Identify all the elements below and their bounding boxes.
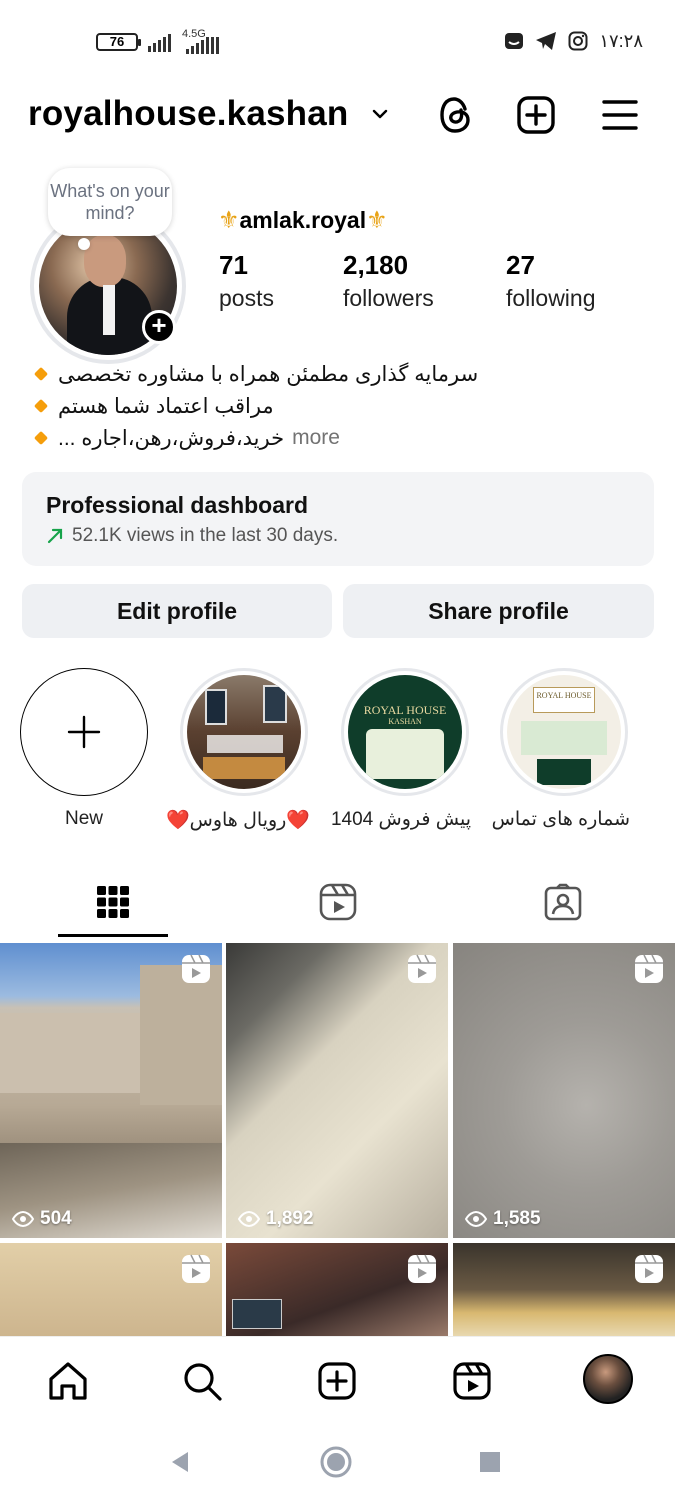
- view-count: 504: [12, 1208, 72, 1230]
- view-count: 1,892: [238, 1208, 314, 1230]
- grid-post-4[interactable]: [0, 1243, 222, 1336]
- highlight-cover: [187, 675, 301, 789]
- note-bubble-tail: [78, 238, 90, 250]
- share-profile-button[interactable]: Share profile: [343, 584, 654, 638]
- highlight-new[interactable]: New: [18, 668, 150, 830]
- reel-icon: [182, 1254, 210, 1283]
- plus-icon: [67, 715, 101, 749]
- highlight-ring: ROYAL HOUSE: [500, 668, 628, 796]
- edit-profile-button[interactable]: Edit profile: [22, 584, 332, 638]
- dashboard-title: Professional dashboard: [46, 492, 309, 518]
- reel-icon: [408, 1254, 436, 1283]
- highlight-ring: [180, 668, 308, 796]
- tab-reels[interactable]: [283, 872, 393, 932]
- chevron-down-icon[interactable]: [370, 104, 390, 124]
- home-icon: [49, 1362, 87, 1400]
- nav-search[interactable]: [176, 1355, 228, 1407]
- home-circle-icon[interactable]: [318, 1444, 354, 1480]
- bio: سرمایه گذاری مطمئن همراه با مشاوره تخصصی…: [33, 358, 636, 454]
- grid-post-6[interactable]: [453, 1243, 675, 1336]
- highlight-presale[interactable]: ROYAL HOUSE KASHAN پیش فروش 1404: [331, 668, 471, 831]
- highlight-ring: ROYAL HOUSE KASHAN: [341, 668, 469, 796]
- tagged-person-icon: [544, 883, 582, 921]
- grid-post-5[interactable]: [226, 1243, 448, 1336]
- tab-tagged[interactable]: [508, 872, 618, 932]
- threads-icon[interactable]: [434, 93, 478, 137]
- royal-house-logo-text: ROYAL HOUSE: [363, 703, 447, 717]
- back-icon[interactable]: [162, 1444, 198, 1480]
- diamond-bullet-icon: [33, 398, 49, 414]
- profile-avatar-small: [583, 1354, 633, 1404]
- nav-profile[interactable]: [582, 1353, 634, 1405]
- tab-posts-grid[interactable]: [58, 872, 168, 932]
- instagram-icon: [567, 30, 589, 52]
- reel-icon: [408, 954, 436, 983]
- telegram-icon: [535, 30, 557, 52]
- view-count: 1,585: [465, 1208, 541, 1230]
- posts-stat[interactable]: 71 posts: [219, 250, 274, 312]
- grid-post-2[interactable]: 1,892: [226, 943, 448, 1238]
- reel-icon: [635, 1254, 663, 1283]
- reels-icon: [453, 1362, 491, 1400]
- fleur-de-lis-icon: ⚜: [366, 207, 388, 234]
- create-post-icon[interactable]: [514, 93, 558, 137]
- fleur-de-lis-icon: ⚜: [218, 207, 240, 234]
- display-name: ⚜ amlak.royal ⚜: [218, 207, 388, 234]
- add-story-icon[interactable]: +: [142, 310, 176, 344]
- highlight-ring: [20, 668, 148, 796]
- highlight-royal-house[interactable]: ❤️رویال هاوس❤️: [166, 668, 310, 832]
- note-bubble[interactable]: What's on your mind?: [48, 168, 172, 236]
- nav-home[interactable]: [42, 1355, 94, 1407]
- profile-header: royalhouse.kashan: [0, 88, 675, 144]
- status-bar: 76 4.5G ۱۷:۲۸: [0, 0, 675, 80]
- royal-house-logo-text: ROYAL HOUSE: [536, 691, 592, 700]
- clock: ۱۷:۲۸: [599, 30, 643, 51]
- eye-icon: [238, 1211, 260, 1227]
- recents-icon[interactable]: [472, 1444, 508, 1480]
- reel-icon: [635, 954, 663, 983]
- active-tab-indicator: [58, 934, 168, 937]
- bottom-navigation: [0, 1336, 675, 1426]
- bio-more-link[interactable]: more: [292, 426, 340, 450]
- highlight-cover: ROYAL HOUSE: [507, 675, 621, 789]
- trend-up-icon: [47, 528, 63, 544]
- reel-icon: [182, 954, 210, 983]
- search-icon: [184, 1363, 222, 1401]
- bio-line: مراقب اعتماد شما هستم: [33, 390, 636, 422]
- highlight-cover: ROYAL HOUSE KASHAN: [348, 675, 462, 789]
- signal-icon-2: [186, 34, 219, 54]
- username-switcher[interactable]: royalhouse.kashan: [28, 94, 348, 134]
- reels-icon: [319, 883, 357, 921]
- grid-post-3[interactable]: 1,585: [453, 943, 675, 1238]
- followers-stat[interactable]: 2,180 followers: [343, 250, 434, 312]
- battery-icon: 76: [96, 33, 141, 51]
- grid-post-1[interactable]: 504: [0, 943, 222, 1238]
- highlight-contact-numbers[interactable]: ROYAL HOUSE شماره های تماس: [492, 668, 630, 831]
- nav-reels[interactable]: [446, 1355, 498, 1407]
- eye-icon: [12, 1211, 34, 1227]
- bio-line: خرید،فروش،رهن،اجاره ... more: [33, 422, 636, 454]
- grid-icon: [97, 886, 129, 918]
- diamond-bullet-icon: [33, 430, 49, 446]
- following-stat[interactable]: 27 following: [506, 250, 596, 312]
- system-navigation: [0, 1426, 675, 1500]
- signal-icon: [148, 32, 171, 52]
- nav-create[interactable]: [311, 1355, 363, 1407]
- kashan-logo-text: KASHAN: [388, 717, 422, 726]
- professional-dashboard[interactable]: Professional dashboard 52.1K views in th…: [22, 472, 654, 566]
- diamond-bullet-icon: [33, 366, 49, 382]
- message-app-icon: [503, 30, 525, 52]
- dashboard-subtitle: 52.1K views in the last 30 days.: [46, 525, 654, 547]
- eye-icon: [465, 1211, 487, 1227]
- menu-icon[interactable]: [598, 93, 642, 137]
- create-icon: [318, 1362, 356, 1400]
- bio-line: سرمایه گذاری مطمئن همراه با مشاوره تخصصی: [33, 358, 636, 390]
